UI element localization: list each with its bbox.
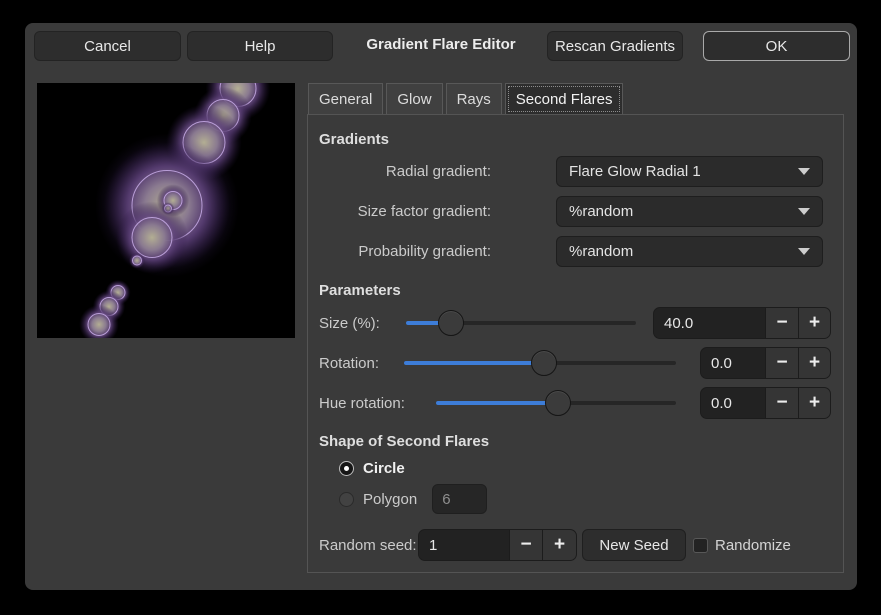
random-seed-plus-button[interactable]: + xyxy=(542,530,576,560)
radial-gradient-row: Radial gradient: Flare Glow Radial 1 xyxy=(308,156,833,187)
size-factor-gradient-label: Size factor gradient: xyxy=(308,203,491,220)
chevron-down-icon xyxy=(798,168,810,175)
probability-gradient-dropdown[interactable]: %random xyxy=(556,236,823,267)
hue-rotation-label: Hue rotation: xyxy=(319,395,436,412)
rotation-spinbox: 0.0 − + xyxy=(700,347,831,379)
ok-button[interactable]: OK xyxy=(703,31,850,61)
probability-gradient-row: Probability gradient: %random xyxy=(308,236,833,267)
slider-fill xyxy=(436,401,558,405)
new-seed-button[interactable]: New Seed xyxy=(582,529,686,561)
rotation-label: Rotation: xyxy=(319,355,404,372)
randomize-label[interactable]: Randomize xyxy=(715,537,791,554)
screen: Cancel Help Gradient Flare Editor Rescan… xyxy=(0,0,881,615)
chevron-down-icon xyxy=(798,248,810,255)
size-row: Size (%): 40.0 − + xyxy=(319,307,833,339)
tab-second-flares[interactable]: Second Flares xyxy=(505,83,624,114)
tab-glow[interactable]: Glow xyxy=(386,83,442,114)
size-value-field[interactable]: 40.0 xyxy=(654,308,765,338)
polygon-sides-field[interactable]: 6 xyxy=(432,484,487,514)
polygon-radio[interactable] xyxy=(339,492,354,507)
shape-heading: Shape of Second Flares xyxy=(319,433,489,450)
rotation-slider[interactable] xyxy=(404,349,676,377)
slider-thumb[interactable] xyxy=(531,350,557,376)
slider-thumb[interactable] xyxy=(438,310,464,336)
second-flares-panel: Gradients Radial gradient: Flare Glow Ra… xyxy=(307,114,844,573)
size-plus-button[interactable]: + xyxy=(798,308,830,338)
chevron-down-icon xyxy=(798,208,810,215)
tab-rays[interactable]: Rays xyxy=(446,83,502,114)
probability-gradient-label: Probability gradient: xyxy=(308,243,491,260)
circle-option-row[interactable]: Circle xyxy=(339,458,833,478)
tab-bar: General Glow Rays Second Flares xyxy=(308,83,626,114)
size-factor-gradient-dropdown[interactable]: %random xyxy=(556,196,823,227)
polygon-option-row[interactable]: Polygon 6 xyxy=(339,484,833,514)
flare-preview-svg xyxy=(37,83,295,338)
circle-radio[interactable] xyxy=(339,461,354,476)
cancel-button[interactable]: Cancel xyxy=(34,31,181,61)
slider-thumb[interactable] xyxy=(545,390,571,416)
help-button[interactable]: Help xyxy=(187,31,333,61)
random-seed-spinbox: 1 − + xyxy=(418,529,577,561)
circle-radio-label[interactable]: Circle xyxy=(363,460,405,477)
size-factor-gradient-row: Size factor gradient: %random xyxy=(308,196,833,227)
titlebar: Cancel Help Gradient Flare Editor Rescan… xyxy=(25,23,857,65)
size-slider[interactable] xyxy=(406,309,636,337)
rotation-value-field[interactable]: 0.0 xyxy=(701,348,765,378)
random-seed-label: Random seed: xyxy=(319,537,418,554)
random-seed-row: Random seed: 1 − + New Seed Randomize xyxy=(319,529,833,561)
rotation-row: Rotation: 0.0 − + xyxy=(319,347,833,379)
tab-general[interactable]: General xyxy=(308,83,383,114)
rescan-gradients-button[interactable]: Rescan Gradients xyxy=(547,31,683,61)
flare-preview xyxy=(37,83,295,338)
radial-gradient-label: Radial gradient: xyxy=(308,163,491,180)
random-seed-minus-button[interactable]: − xyxy=(509,530,542,560)
slider-fill xyxy=(404,361,544,365)
rotation-minus-button[interactable]: − xyxy=(765,348,798,378)
hue-rotation-minus-button[interactable]: − xyxy=(765,388,798,418)
hue-rotation-value-field[interactable]: 0.0 xyxy=(701,388,765,418)
size-minus-button[interactable]: − xyxy=(765,308,798,338)
size-spinbox: 40.0 − + xyxy=(653,307,831,339)
radial-gradient-value: Flare Glow Radial 1 xyxy=(569,163,701,180)
size-factor-gradient-value: %random xyxy=(569,203,633,220)
parameters-heading: Parameters xyxy=(319,282,401,299)
hue-rotation-spinbox: 0.0 − + xyxy=(700,387,831,419)
gradients-heading: Gradients xyxy=(319,131,389,148)
hue-rotation-slider[interactable] xyxy=(436,389,676,417)
polygon-radio-label[interactable]: Polygon xyxy=(363,491,417,508)
probability-gradient-value: %random xyxy=(569,243,633,260)
randomize-checkbox[interactable] xyxy=(693,538,708,553)
hue-rotation-plus-button[interactable]: + xyxy=(798,388,830,418)
hue-rotation-row: Hue rotation: 0.0 − + xyxy=(319,387,833,419)
gradient-flare-editor-dialog: Cancel Help Gradient Flare Editor Rescan… xyxy=(25,23,857,590)
rotation-plus-button[interactable]: + xyxy=(798,348,830,378)
radial-gradient-dropdown[interactable]: Flare Glow Radial 1 xyxy=(556,156,823,187)
size-label: Size (%): xyxy=(319,315,406,332)
random-seed-value-field[interactable]: 1 xyxy=(419,530,509,560)
